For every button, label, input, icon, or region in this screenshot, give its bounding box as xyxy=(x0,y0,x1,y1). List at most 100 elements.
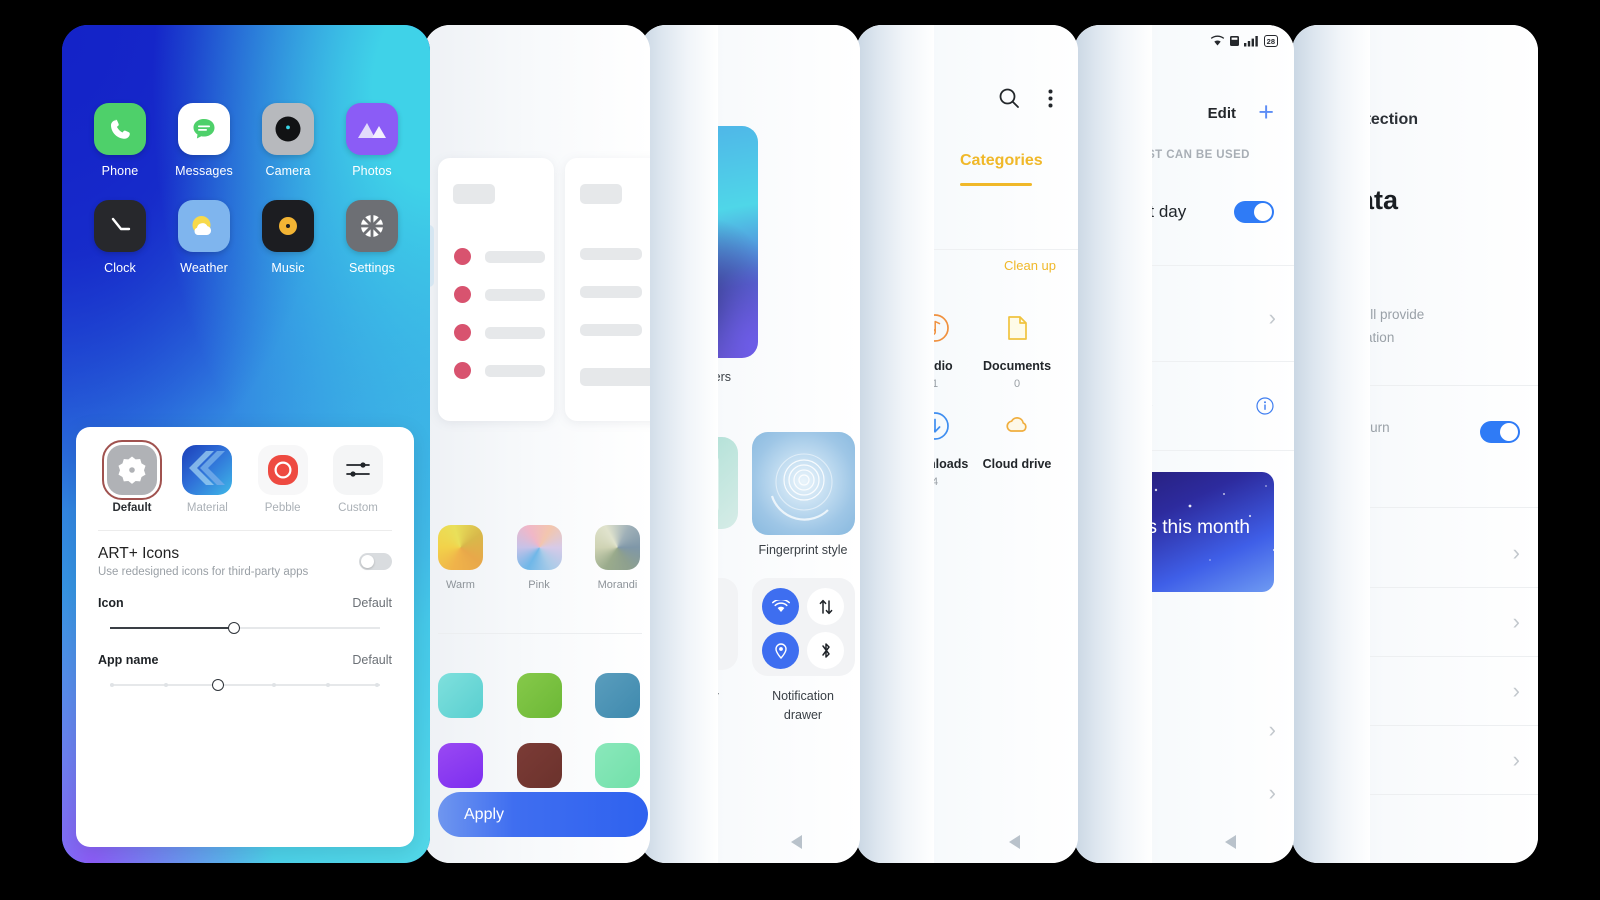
app-label: Clock xyxy=(104,261,136,275)
category-cloud-drive[interactable]: Cloud drive xyxy=(974,409,1060,476)
recents-icon[interactable] xyxy=(698,835,711,849)
card6-toggle-row[interactable]: e whether or not to turn installed apps. xyxy=(1292,417,1520,461)
card5-night-card[interactable]: ly 0 days this month 2021-01 xyxy=(1078,472,1274,592)
category-count: 4 xyxy=(931,476,939,488)
font-name: Roboto xyxy=(671,638,713,653)
add-icon[interactable]: + xyxy=(1258,98,1274,126)
icon-slider-label: Icon xyxy=(98,596,124,610)
card6-list-item-2[interactable]: sages › xyxy=(1292,678,1520,704)
back-icon[interactable] xyxy=(1008,835,1020,849)
category-archives[interactable]: ves xyxy=(856,409,894,476)
app-music[interactable]: Music xyxy=(252,200,324,275)
tile-notification-drawer[interactable] xyxy=(752,578,855,676)
card3-navbar[interactable] xyxy=(640,835,860,849)
cloud-drive-icon xyxy=(1006,417,1027,432)
card5-chevron-row-3[interactable]: › xyxy=(1269,780,1276,806)
card2-color-row-2[interactable] xyxy=(438,743,640,788)
card2-swatch-divider xyxy=(438,633,642,634)
font-sample: Aa xyxy=(671,593,713,631)
phone-card-information-protection[interactable]: ormation Protection rsonal data o read t… xyxy=(1292,25,1538,863)
icon-style-sheet[interactable]: Default Material Pebble Custom ART+ Icon… xyxy=(76,427,414,847)
card6-list-label: tacts xyxy=(1292,613,1314,630)
category-documents[interactable]: Documents 0 xyxy=(974,311,1060,390)
card5-time-row[interactable]: 00 the next day xyxy=(1074,201,1274,223)
location-quick-toggle[interactable] xyxy=(762,632,799,669)
category-videos[interactable]: os xyxy=(856,311,894,378)
recents-icon[interactable] xyxy=(1132,835,1145,849)
card6-list-item-3[interactable]: nts › xyxy=(1292,747,1520,773)
category-audio[interactable]: Audio 1 xyxy=(892,311,978,390)
card5-navbar[interactable] xyxy=(1074,835,1294,849)
wifi-quick-toggle[interactable] xyxy=(762,588,799,625)
app-messages[interactable]: Messages xyxy=(168,103,240,178)
category-name: Documents xyxy=(982,359,1052,373)
color-swatch-blue[interactable] xyxy=(595,673,640,718)
swatch-warm[interactable]: Warm xyxy=(438,525,483,591)
card4-tab-categories[interactable]: Categories xyxy=(960,152,1043,170)
app-camera[interactable]: Camera xyxy=(252,103,324,178)
phone-card-theme-picker[interactable]: Warm Pink Morandi Apply xyxy=(424,25,650,863)
search-icon[interactable] xyxy=(998,87,1020,109)
color-swatch-mint[interactable] xyxy=(595,743,640,788)
card4-cleanup-button[interactable]: Clean up xyxy=(1004,258,1056,273)
art-icons-toggle[interactable] xyxy=(359,553,392,570)
card5-edit-button[interactable]: Edit xyxy=(1208,105,1236,122)
more-options-icon[interactable] xyxy=(1048,89,1053,108)
tile-font-display-size[interactable]: Aa Roboto xyxy=(646,578,738,670)
card6-list-label: logs xyxy=(1292,544,1310,561)
card5-lift-row[interactable]: ng to lift the xyxy=(1074,397,1274,415)
app-clock[interactable]: Clock xyxy=(84,200,156,275)
app-photos[interactable]: Photos xyxy=(336,103,408,178)
style-option-default[interactable]: Default xyxy=(100,440,164,514)
appname-slider[interactable] xyxy=(110,678,380,692)
bluetooth-quick-toggle[interactable] xyxy=(807,632,844,669)
tile-fingerprint-style[interactable] xyxy=(752,432,855,535)
category-downloads[interactable]: Downloads 4 xyxy=(892,409,978,488)
color-swatch-teal[interactable] xyxy=(438,673,483,718)
card6-list-item-1[interactable]: tacts › xyxy=(1292,609,1520,635)
sheet-divider xyxy=(98,530,392,531)
card6-master-toggle[interactable] xyxy=(1480,421,1520,443)
app-weather[interactable]: Weather xyxy=(168,200,240,275)
card6-toggle-desc-line2: installed apps. xyxy=(1292,442,1337,457)
recents-icon[interactable] xyxy=(914,835,928,849)
tile-app-layout[interactable] xyxy=(646,437,738,529)
app-settings[interactable]: Settings xyxy=(336,200,408,275)
camera-icon xyxy=(262,103,314,155)
appname-slider-value: Default xyxy=(352,653,392,667)
icon-slider[interactable] xyxy=(110,621,380,635)
card6-list-item-0[interactable]: logs › xyxy=(1292,540,1520,566)
back-icon[interactable] xyxy=(791,835,802,849)
card5-chevron-row[interactable]: › xyxy=(1269,305,1276,331)
style-label: Custom xyxy=(338,502,378,514)
card5-chevron-row-2[interactable]: › xyxy=(1269,717,1276,743)
phone-card-home-screen[interactable]: Phone Messages Camera Photos Clock Weath… xyxy=(62,25,430,863)
phone-card-allowlist[interactable]: 28 le Edit + HE ALLOWLIST CAN BE USED 00… xyxy=(1074,25,1294,863)
tile-wallpapers[interactable] xyxy=(656,126,758,358)
apply-button[interactable]: Apply xyxy=(438,792,648,837)
style-thumb-pebble xyxy=(257,445,308,495)
icon-style-options[interactable]: Default Material Pebble Custom xyxy=(98,440,392,514)
color-swatch-purple[interactable] xyxy=(438,743,483,788)
mobile-data-quick-toggle[interactable] xyxy=(807,588,844,625)
card5-time-toggle[interactable] xyxy=(1234,201,1274,223)
downloads-icon xyxy=(921,412,949,440)
info-icon[interactable] xyxy=(1256,397,1274,415)
app-phone[interactable]: Phone xyxy=(84,103,156,178)
card5-sep-2 xyxy=(1074,361,1294,362)
color-swatch-maroon[interactable] xyxy=(516,743,562,788)
swatch-pink[interactable]: Pink xyxy=(516,525,562,591)
style-option-material[interactable]: Material xyxy=(175,445,239,514)
card2-theme-swatches[interactable]: Warm Pink Morandi xyxy=(438,525,640,591)
style-option-pebble[interactable]: Pebble xyxy=(251,445,315,514)
card4-navbar[interactable] xyxy=(856,835,1078,849)
card2-color-row-1[interactable] xyxy=(438,673,640,718)
color-swatch-green[interactable] xyxy=(516,673,562,718)
back-icon[interactable] xyxy=(1225,835,1236,849)
art-icons-row[interactable]: ART+ Icons Use redesigned icons for thir… xyxy=(98,545,392,578)
style-option-custom[interactable]: Custom xyxy=(326,445,390,514)
phone-card-personalizations[interactable]: ions Wallpapers App layout xyxy=(640,25,860,863)
phone-card-file-manager[interactable]: Categories ed Clean up os Audio 1 xyxy=(856,25,1078,863)
music-icon xyxy=(262,200,314,252)
swatch-morandi[interactable]: Morandi xyxy=(595,525,640,591)
